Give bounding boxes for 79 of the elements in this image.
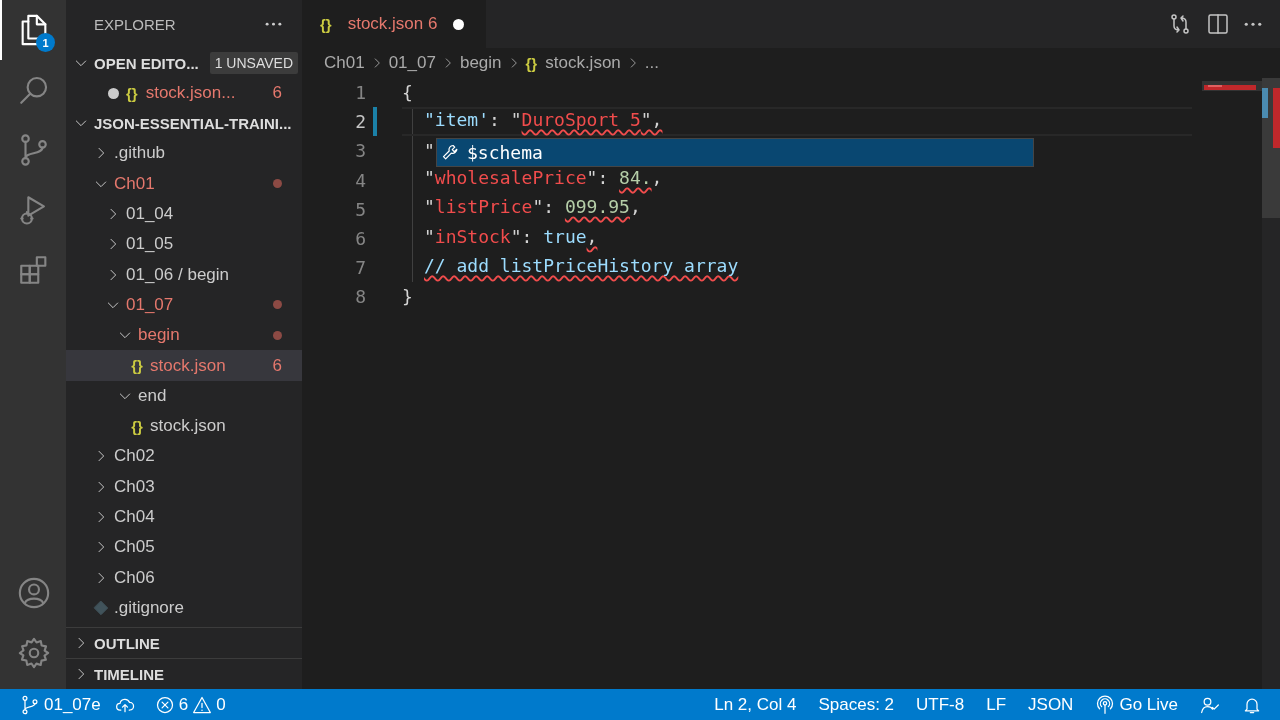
- status-item[interactable]: Ln 2, Col 4: [714, 694, 797, 715]
- code-line: "item': "DuroSport 5",: [424, 108, 663, 132]
- tree-item[interactable]: begin: [66, 320, 302, 351]
- breadcrumb-item[interactable]: 01_07: [388, 53, 436, 73]
- diamond-file-icon: [93, 599, 109, 616]
- open-editor-item[interactable]: {} stock.json... 6: [66, 78, 302, 109]
- line-number: 4: [354, 169, 366, 191]
- breadcrumb-item[interactable]: begin: [459, 53, 502, 73]
- minimap-drawing: [1202, 81, 1262, 91]
- tree-item[interactable]: Ch05: [66, 532, 302, 563]
- code-line: ": [424, 140, 435, 162]
- settings-icon: [17, 636, 51, 670]
- code-line: // add listPriceHistory array: [424, 254, 739, 278]
- status-item[interactable]: UTF-8: [916, 694, 965, 715]
- status-item[interactable]: 6: [154, 694, 189, 715]
- line-number: 6: [354, 228, 366, 250]
- code-line: {: [402, 82, 413, 104]
- suggestion-item[interactable]: $schema: [437, 139, 1033, 167]
- tree-item[interactable]: end: [66, 380, 302, 411]
- tree-item[interactable]: Ch01: [66, 168, 302, 199]
- tree-item[interactable]: .github: [66, 138, 302, 169]
- json-file-icon: {}: [320, 15, 332, 33]
- error-icon: [154, 694, 175, 715]
- status-item[interactable]: 01_07e: [20, 694, 101, 715]
- warning-icon: [192, 694, 213, 715]
- json-file-icon: {}: [131, 417, 143, 435]
- sidebar-title: EXPLORER: [94, 15, 176, 33]
- tree-item[interactable]: Ch06: [66, 562, 302, 593]
- notification-badge: 1: [36, 33, 55, 52]
- branch-icon: [20, 694, 40, 715]
- code-line: }: [402, 286, 413, 308]
- line-number: 2: [354, 111, 366, 133]
- status-item[interactable]: LF: [986, 694, 1007, 715]
- problem-count: 6: [272, 355, 282, 376]
- more-icon: [265, 21, 282, 27]
- code-line: "inStock": true,: [424, 225, 598, 249]
- tree-item[interactable]: 01_05: [66, 229, 302, 260]
- tree-item[interactable]: 01_04: [66, 198, 302, 230]
- split-editor-icon: [1206, 12, 1230, 36]
- line-number: 3: [354, 140, 366, 162]
- code-line: "wholesalePrice": 84.,: [424, 167, 663, 191]
- tree-item[interactable]: .gitignore: [66, 592, 302, 624]
- status-item[interactable]: Spaces: 2: [818, 694, 895, 715]
- tree-item[interactable]: 01_07: [66, 289, 302, 321]
- account-icon: [17, 576, 51, 610]
- tree-item[interactable]: Ch04: [66, 501, 302, 533]
- problem-count: 6: [272, 83, 282, 104]
- breadcrumb-item[interactable]: Ch01: [324, 53, 365, 73]
- line-number: 5: [354, 198, 366, 220]
- line-number: 7: [354, 257, 366, 279]
- compare-icon: [1168, 12, 1192, 36]
- split-editor-button[interactable]: [1206, 12, 1230, 36]
- more-button[interactable]: [1244, 21, 1262, 27]
- tree-item[interactable]: 01_06 / begin: [66, 259, 302, 290]
- section-header[interactable]: OUTLINE: [66, 628, 302, 658]
- code-line: "listPrice": 099.95,: [424, 196, 641, 220]
- json-file-icon: {}: [126, 84, 138, 102]
- line-number: 8: [354, 286, 366, 308]
- section-header[interactable]: OPEN EDITO... 1 UNSAVED: [66, 48, 302, 78]
- tree-item[interactable]: {} stock.json: [66, 410, 302, 442]
- more-button[interactable]: [265, 21, 282, 27]
- status-item[interactable]: 0: [192, 694, 226, 715]
- broadcast-icon: [1095, 694, 1116, 715]
- tree-item[interactable]: Ch03: [66, 471, 302, 502]
- more-icon: [1244, 21, 1262, 27]
- status-item[interactable]: JSON: [1028, 694, 1074, 715]
- line-number: 1: [354, 82, 366, 104]
- breadcrumb-item[interactable]: ...: [644, 53, 659, 73]
- editor-tab[interactable]: {} stock.json 6: [302, 0, 487, 48]
- json-file-icon: {}: [131, 357, 143, 374]
- compare-button[interactable]: [1168, 12, 1192, 36]
- unsaved-badge: 1 UNSAVED: [209, 52, 298, 74]
- section-header[interactable]: TIMELINE: [66, 659, 302, 689]
- status-item[interactable]: Go Live: [1095, 694, 1178, 715]
- change-marker: [373, 107, 377, 137]
- tree-item[interactable]: {} stock.json 6: [66, 350, 302, 381]
- tree-item[interactable]: Ch02: [66, 441, 302, 472]
- breadcrumb-item[interactable]: {} stock.json: [525, 53, 621, 73]
- section-header[interactable]: JSON-ESSENTIAL-TRAINI...: [66, 108, 302, 139]
